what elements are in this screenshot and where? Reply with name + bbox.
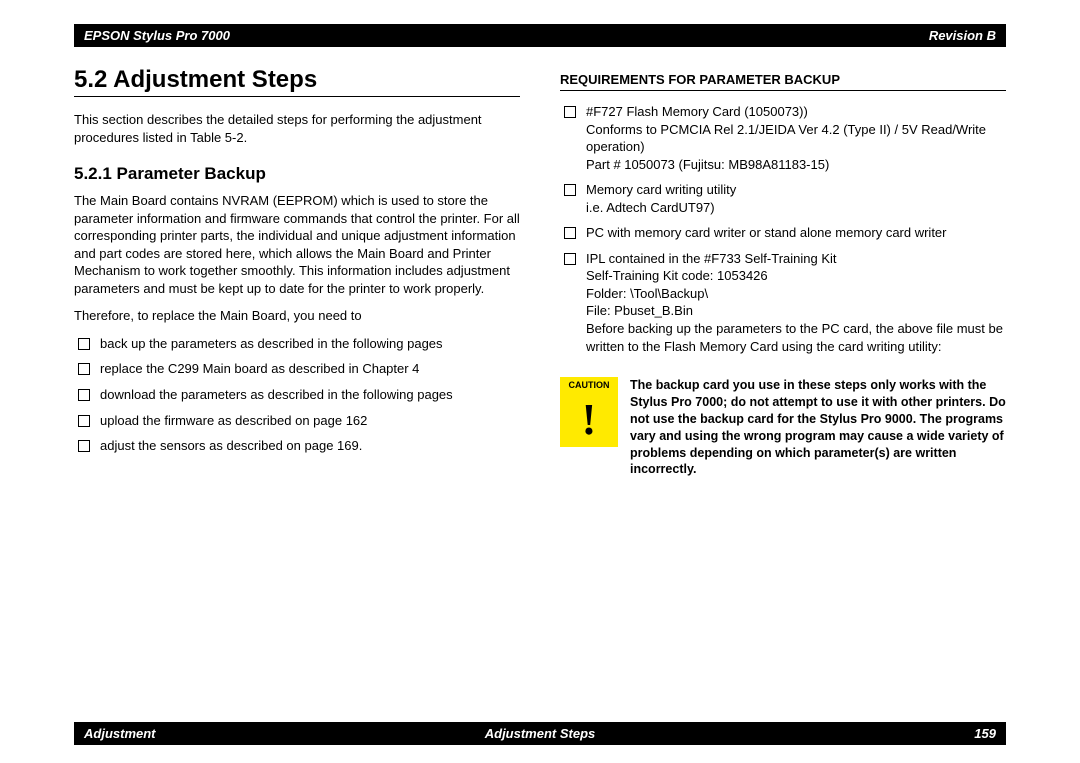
right-column: REQUIREMENTS FOR PARAMETER BACKUP #F727 …: [560, 60, 1006, 713]
req-line: Conforms to PCMCIA Rel 2.1/JEIDA Ver 4.2…: [586, 122, 986, 155]
page-content: 5.2 Adjustment Steps This section descri…: [74, 60, 1006, 713]
header-left: EPSON Stylus Pro 7000: [84, 28, 230, 43]
section-heading: 5.2 Adjustment Steps: [74, 66, 520, 97]
req-line: Before backing up the parameters to the …: [586, 321, 1003, 354]
steps-list: back up the parameters as described in t…: [74, 335, 520, 455]
req-line: PC with memory card writer or stand alon…: [586, 225, 947, 240]
caution-label: CAUTION: [560, 377, 618, 393]
req-line: File: Pbuset_B.Bin: [586, 303, 693, 318]
header-right: Revision B: [929, 28, 996, 43]
list-item: upload the firmware as described on page…: [74, 412, 520, 430]
list-item: download the parameters as described in …: [74, 386, 520, 404]
req-line: i.e. Adtech CardUT97): [586, 200, 715, 215]
footer-center: Adjustment Steps: [485, 726, 596, 741]
list-item: back up the parameters as described in t…: [74, 335, 520, 353]
exclamation-icon: !: [560, 393, 618, 447]
req-line: Self-Training Kit code: 1053426: [586, 268, 768, 283]
caution-block: CAUTION ! The backup card you use in the…: [560, 377, 1006, 478]
req-line: Part # 1050073 (Fujitsu: MB98A81183-15): [586, 157, 829, 172]
caution-icon: CAUTION !: [560, 377, 618, 451]
subsection-heading: 5.2.1 Parameter Backup: [74, 164, 520, 184]
body-paragraph: Therefore, to replace the Main Board, yo…: [74, 307, 520, 325]
list-item: PC with memory card writer or stand alon…: [560, 224, 1006, 242]
req-line: IPL contained in the #F733 Self-Training…: [586, 251, 837, 266]
footer-left: Adjustment: [84, 726, 156, 741]
list-item: IPL contained in the #F733 Self-Training…: [560, 250, 1006, 355]
page-header: EPSON Stylus Pro 7000 Revision B: [74, 24, 1006, 47]
intro-paragraph: This section describes the detailed step…: [74, 111, 520, 146]
body-paragraph: The Main Board contains NVRAM (EEPROM) w…: [74, 192, 520, 297]
list-item: #F727 Flash Memory Card (1050073)) Confo…: [560, 103, 1006, 173]
list-item: Memory card writing utility i.e. Adtech …: [560, 181, 1006, 216]
footer-right: 159: [974, 726, 996, 741]
req-line: #F727 Flash Memory Card (1050073)): [586, 104, 808, 119]
page-footer: Adjustment Adjustment Steps 159: [74, 722, 1006, 745]
list-item: adjust the sensors as described on page …: [74, 437, 520, 455]
list-item: replace the C299 Main board as described…: [74, 360, 520, 378]
requirements-list: #F727 Flash Memory Card (1050073)) Confo…: [560, 103, 1006, 355]
req-line: Folder: \Tool\Backup\: [586, 286, 708, 301]
requirements-heading: REQUIREMENTS FOR PARAMETER BACKUP: [560, 72, 1006, 91]
req-line: Memory card writing utility: [586, 182, 736, 197]
caution-text: The backup card you use in these steps o…: [630, 377, 1006, 478]
left-column: 5.2 Adjustment Steps This section descri…: [74, 60, 520, 713]
